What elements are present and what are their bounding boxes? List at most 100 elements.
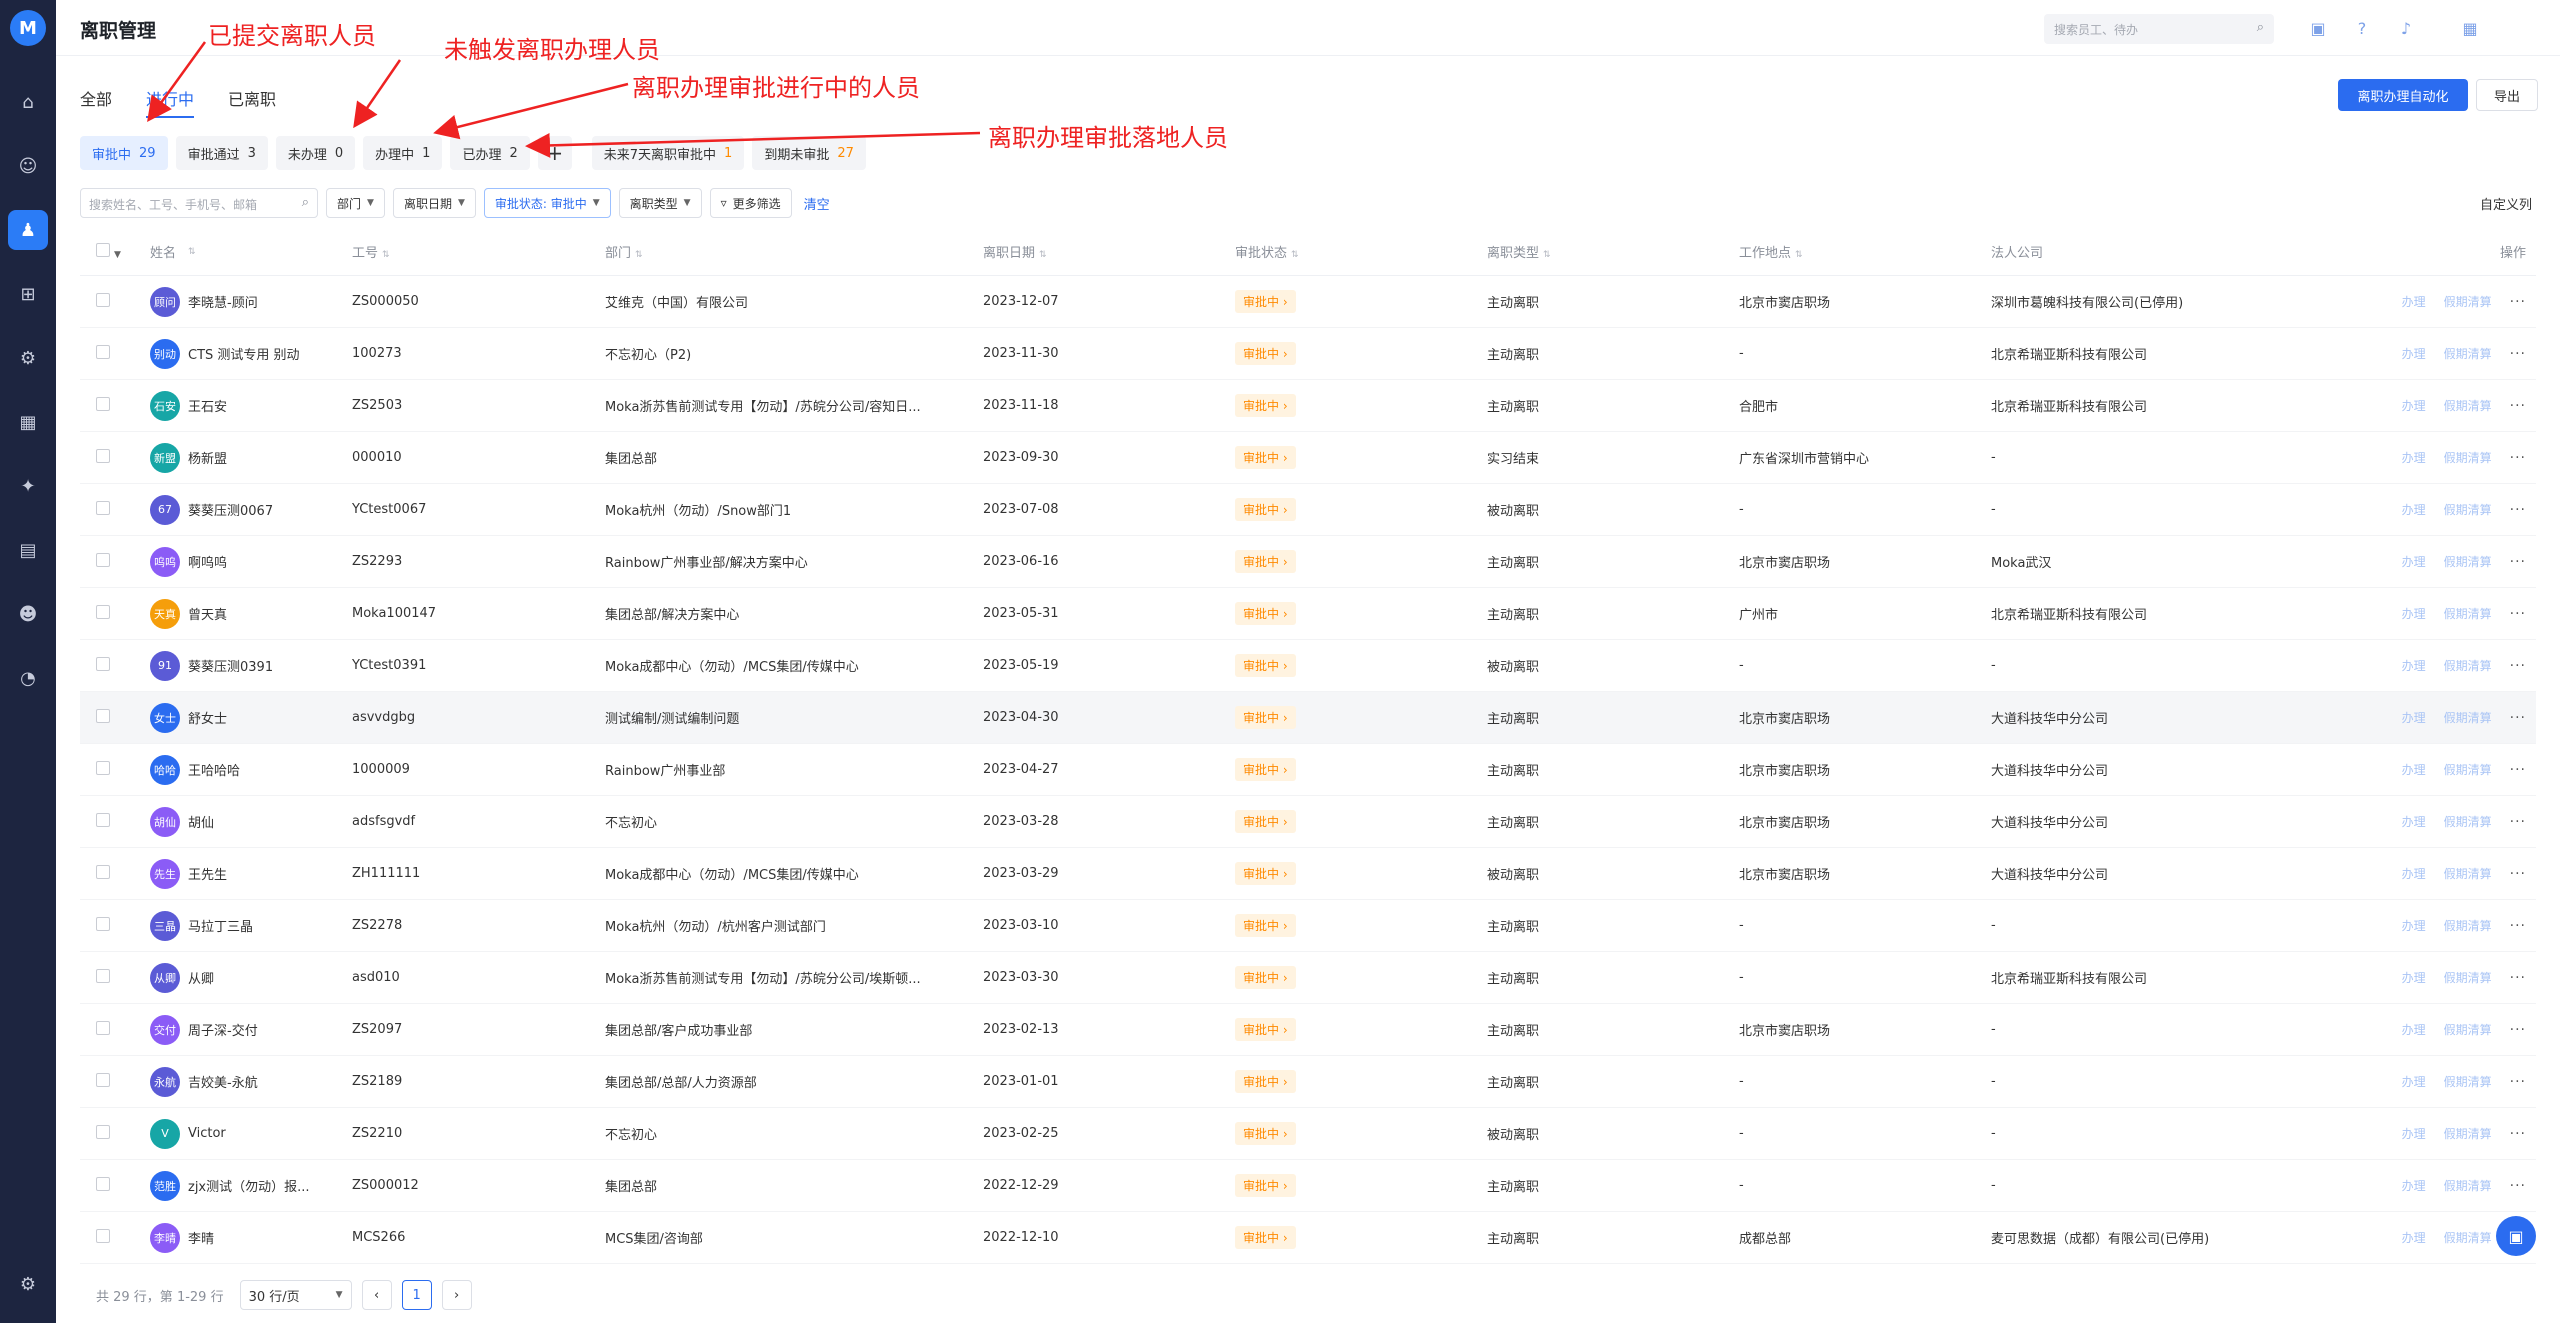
- employee-name[interactable]: 舒女士: [188, 708, 227, 727]
- leave-settle-link[interactable]: 假期清算: [2444, 657, 2492, 674]
- col-dept[interactable]: 部门 ⇅: [605, 242, 983, 261]
- tab-resigned[interactable]: 已离职: [228, 86, 276, 118]
- more-icon[interactable]: ···: [2510, 398, 2526, 414]
- status-badge[interactable]: 审批中 ›: [1235, 446, 1296, 469]
- app-logo-icon[interactable]: M: [10, 10, 46, 46]
- row-checkbox[interactable]: [80, 864, 150, 883]
- handle-link[interactable]: 办理: [2402, 449, 2426, 466]
- more-icon[interactable]: ···: [2510, 294, 2526, 310]
- more-icon[interactable]: ···: [2510, 554, 2526, 570]
- page-1-button[interactable]: 1: [401, 1280, 432, 1310]
- status-badge[interactable]: 审批中 ›: [1235, 758, 1296, 781]
- row-checkbox[interactable]: [80, 604, 150, 623]
- employee-name[interactable]: zjx测试（勿动）报...: [188, 1176, 310, 1195]
- row-checkbox[interactable]: [80, 1176, 150, 1195]
- row-checkbox[interactable]: [80, 448, 150, 467]
- table-row[interactable]: 从卿 从卿 asd010 Moka浙苏售前测试专用【勿动】/苏皖分公司/埃斯顿... 2…: [80, 952, 2536, 1004]
- chip-approved[interactable]: 审批通过 3: [175, 136, 268, 170]
- row-checkbox[interactable]: [80, 500, 150, 519]
- settings-icon[interactable]: ⚙: [8, 1264, 48, 1304]
- row-checkbox[interactable]: [80, 344, 150, 363]
- handle-link[interactable]: 办理: [2402, 1125, 2426, 1142]
- employee-name[interactable]: 王石安: [188, 396, 227, 415]
- more-icon[interactable]: ···: [2510, 502, 2526, 518]
- status-badge[interactable]: 审批中 ›: [1235, 602, 1296, 625]
- employee-name[interactable]: CTS 测试专用 别动: [188, 344, 300, 363]
- row-checkbox[interactable]: [80, 552, 150, 571]
- col-location[interactable]: 工作地点 ⇅: [1739, 242, 1991, 261]
- customize-columns-link[interactable]: 自定义列: [2480, 194, 2532, 213]
- approval-status-filter[interactable]: 审批状态: 审批中 ▼: [483, 188, 611, 218]
- status-badge[interactable]: 审批中 ›: [1235, 966, 1296, 989]
- employee-name[interactable]: 啊呜呜: [188, 552, 227, 571]
- prev-page-button[interactable]: ‹: [361, 1280, 392, 1310]
- handle-link[interactable]: 办理: [2402, 761, 2426, 778]
- table-row[interactable]: 石安 王石安 ZS2503 Moka浙苏售前测试专用【勿动】/苏皖分公司/容知日...…: [80, 380, 2536, 432]
- status-badge[interactable]: 审批中 ›: [1235, 498, 1296, 521]
- handle-link[interactable]: 办理: [2402, 813, 2426, 830]
- status-badge[interactable]: 审批中 ›: [1235, 342, 1296, 365]
- ticket-icon[interactable]: ✦: [8, 466, 48, 506]
- handle-link[interactable]: 办理: [2402, 709, 2426, 726]
- leave-settle-link[interactable]: 假期清算: [2444, 1073, 2492, 1090]
- leave-settle-link[interactable]: 假期清算: [2444, 345, 2492, 362]
- chip-overdue[interactable]: 到期未审批 27: [752, 136, 866, 170]
- handle-link[interactable]: 办理: [2402, 1177, 2426, 1194]
- type-filter[interactable]: 离职类型 ▼: [618, 188, 702, 218]
- employee-name[interactable]: 吉姣美-永航: [188, 1072, 258, 1091]
- employee-name[interactable]: 曾天真: [188, 604, 227, 623]
- chip-not-handled[interactable]: 未办理 0: [275, 136, 356, 170]
- employee-name[interactable]: 王哈哈哈: [188, 760, 240, 779]
- chip-handled[interactable]: 已办理 2: [450, 136, 530, 170]
- handle-link[interactable]: 办理: [2402, 501, 2426, 518]
- leave-settle-link[interactable]: 假期清算: [2444, 449, 2492, 466]
- row-checkbox[interactable]: [80, 1020, 150, 1039]
- table-row[interactable]: V Victor ZS2210 不忘初心 2023-02-25 审批中 › 被动离职 - - 办理…: [80, 1108, 2536, 1160]
- leave-settle-link[interactable]: 假期清算: [2444, 1125, 2492, 1142]
- status-badge[interactable]: 审批中 ›: [1235, 914, 1296, 937]
- table-row[interactable]: 67 葵葵压测0067 YCtest0067 Moka杭州（勿动）/Snow部门1 20…: [80, 484, 2536, 536]
- employee-name[interactable]: 马拉丁三晶: [188, 916, 253, 935]
- employee-name[interactable]: 王先生: [188, 864, 227, 883]
- more-icon[interactable]: ···: [2510, 658, 2526, 674]
- calendar-icon[interactable]: ▦: [8, 402, 48, 442]
- handle-link[interactable]: 办理: [2402, 969, 2426, 986]
- org-chart-icon[interactable]: ⊞: [8, 274, 48, 314]
- leave-settle-link[interactable]: 假期清算: [2444, 397, 2492, 414]
- row-checkbox[interactable]: [80, 760, 150, 779]
- status-badge[interactable]: 审批中 ›: [1235, 1122, 1296, 1145]
- handle-link[interactable]: 办理: [2402, 1021, 2426, 1038]
- dept-filter[interactable]: 部门 ▼: [326, 188, 385, 218]
- select-all-checkbox[interactable]: ▼: [80, 242, 150, 261]
- employee-name[interactable]: 胡仙: [188, 812, 214, 831]
- leave-settle-link[interactable]: 假期清算: [2444, 813, 2492, 830]
- table-row[interactable]: 交付 周子深-交付 ZS2097 集团总部/客户成功事业部 2023-02-13 审批中 …: [80, 1004, 2536, 1056]
- employee-name[interactable]: 李晓慧-顾问: [188, 292, 258, 311]
- table-row[interactable]: 呜呜 啊呜呜 ZS2293 Rainbow广州事业部/解决方案中心 2023-06-16…: [80, 536, 2536, 588]
- handle-link[interactable]: 办理: [2402, 553, 2426, 570]
- row-checkbox[interactable]: [80, 656, 150, 675]
- table-row[interactable]: 李晴 李晴 MCS266 MCS集团/咨询部 2022-12-10 审批中 › 主动离职 成都…: [80, 1212, 2536, 1264]
- row-checkbox[interactable]: [80, 916, 150, 935]
- employee-name[interactable]: 葵葵压测0391: [188, 656, 273, 675]
- next-page-button[interactable]: ›: [441, 1280, 472, 1310]
- leave-settle-link[interactable]: 假期清算: [2444, 865, 2492, 882]
- status-badge[interactable]: 审批中 ›: [1235, 654, 1296, 677]
- leave-settle-link[interactable]: 假期清算: [2444, 501, 2492, 518]
- bell-icon[interactable]: ♪: [2394, 16, 2418, 40]
- tab-in-progress[interactable]: 进行中: [146, 86, 195, 118]
- gift-icon[interactable]: ▣: [2306, 16, 2330, 40]
- automation-button[interactable]: 离职办理自动化: [2338, 79, 2468, 111]
- table-row[interactable]: 别动 CTS 测试专用 别动 100273 不忘初心（P2) 2023-11-30 审批中…: [80, 328, 2536, 380]
- handle-link[interactable]: 办理: [2402, 1073, 2426, 1090]
- leave-settle-link[interactable]: 假期清算: [2444, 917, 2492, 934]
- row-checkbox[interactable]: [80, 708, 150, 727]
- more-icon[interactable]: ···: [2510, 606, 2526, 622]
- apps-grid-icon[interactable]: ▦: [2458, 16, 2482, 40]
- chip-next-7-days[interactable]: 未来7天离职审批中 1: [591, 136, 745, 170]
- handle-link[interactable]: 办理: [2402, 657, 2426, 674]
- export-button[interactable]: 导出: [2476, 79, 2538, 111]
- user-settings-icon[interactable]: ⚙: [8, 338, 48, 378]
- employee-name[interactable]: 从卿: [188, 968, 214, 987]
- col-name[interactable]: 姓名 ⇅: [150, 242, 352, 261]
